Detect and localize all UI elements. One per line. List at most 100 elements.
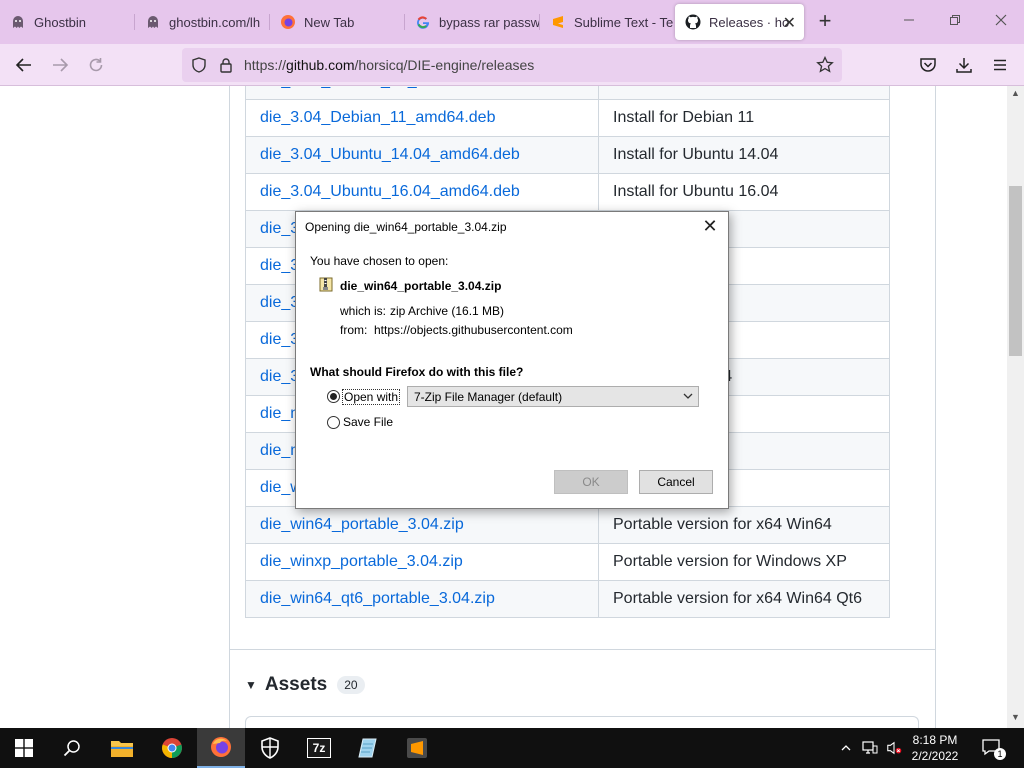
github-icon [685, 14, 701, 30]
save-file-radio[interactable] [327, 416, 340, 429]
close-window-button[interactable] [989, 10, 1013, 34]
open-with-label[interactable]: Open with [342, 389, 401, 405]
assets-title: Assets [264, 674, 328, 695]
windows-logo-icon [15, 739, 33, 757]
close-icon[interactable]: ✕ [783, 13, 796, 33]
file-name: die_win64_portable_3.04.zip [340, 279, 502, 293]
application-select[interactable]: 7-Zip File Manager (default) [407, 386, 699, 407]
restore-window-button[interactable] [943, 10, 967, 34]
sublime-icon [407, 738, 427, 758]
scroll-down-icon[interactable]: ▼ [1007, 712, 1024, 724]
scrollbar-thumb[interactable] [1009, 186, 1022, 356]
lock-icon[interactable] [219, 57, 233, 78]
tab-releases[interactable]: Releases · hors ✕ [675, 4, 804, 40]
file-description: Install for Ubuntu 16.04 [598, 173, 890, 211]
start-button[interactable] [0, 728, 48, 768]
menu-icon[interactable] [988, 53, 1012, 77]
tab-label: bypass rar passw [439, 14, 540, 30]
action-question: What should Firefox do with this file? [310, 365, 524, 379]
system-clock[interactable]: 8:18 PM 2/2/2022 [905, 732, 965, 764]
url-text[interactable]: https://github.com/horsicq/DIE-engine/re… [244, 57, 534, 73]
dialog-body: You have chosen to open: die_win64_porta… [296, 242, 728, 508]
file-description: Portable version for x64 Win64 [598, 506, 890, 544]
show-hidden-icons-chevron-up-icon[interactable] [838, 740, 854, 756]
sublime-icon [550, 14, 566, 30]
scroll-up-icon[interactable]: ▲ [1007, 88, 1024, 100]
tab-label: Ghostbin [34, 14, 87, 30]
chrome-button[interactable] [148, 728, 196, 768]
tab-ghostbin[interactable]: Ghostbin [0, 4, 135, 40]
forward-button[interactable] [48, 53, 72, 77]
assets-count-badge: 20 [337, 676, 365, 694]
7zip-button[interactable]: 7z [295, 728, 343, 768]
search-button[interactable] [48, 728, 96, 768]
file-link[interactable]: die_win64_portable_3.04.zip [245, 506, 599, 544]
firefox-button[interactable] [197, 728, 245, 768]
file-link[interactable]: die_winxp_portable_3.04.zip [245, 543, 599, 581]
action-center-button[interactable]: 1 [982, 738, 1006, 760]
ghost-icon [145, 14, 161, 30]
bookmark-star-icon[interactable] [816, 55, 834, 79]
file-row: die_3.04_Debian_10_amd64.debInstall for … [245, 86, 890, 100]
chevron-down-icon [682, 389, 694, 403]
which-is-label: which is: [340, 304, 387, 318]
tab-label: Releases · hors [709, 14, 789, 30]
dialog-titlebar: Opening die_win64_portable_3.04.zip ✕ [296, 212, 728, 242]
file-link[interactable]: die_3.04_Ubuntu_16.04_amd64.deb [245, 173, 599, 211]
sublime-text-button[interactable] [393, 728, 441, 768]
file-link[interactable]: die_3.04_Ubuntu_14.04_amd64.deb [245, 136, 599, 174]
dialog-title: Opening die_win64_portable_3.04.zip [305, 220, 507, 234]
7zip-icon: 7z [307, 738, 331, 758]
file-explorer-button[interactable] [98, 728, 146, 768]
file-link[interactable]: die_win64_qt6_portable_3.04.zip [245, 580, 599, 618]
tab-ghostbin-link[interactable]: ghostbin.com/lh [135, 4, 270, 40]
volume-muted-icon[interactable] [886, 740, 902, 756]
shield-icon[interactable] [191, 57, 207, 78]
file-row: die_3.04_Debian_11_amd64.deb Install for … [245, 99, 890, 137]
page-scrollbar[interactable]: ▲ ▼ [1007, 86, 1024, 728]
reload-button[interactable] [84, 53, 108, 77]
application-select-value: 7-Zip File Manager (default) [414, 390, 563, 404]
notification-count-badge: 1 [994, 748, 1006, 760]
notepad-button[interactable] [344, 728, 392, 768]
source-url-value: https://objects.githubusercontent.com [374, 323, 573, 337]
tab-new-tab[interactable]: New Tab [270, 4, 405, 40]
open-with-radio[interactable] [327, 390, 340, 403]
asset-list-item[interactable] [245, 716, 919, 728]
triangle-down-icon[interactable]: ▼ [245, 678, 257, 692]
notepad-icon [358, 738, 377, 758]
tab-label: ghostbin.com/lh [169, 14, 261, 30]
ok-button[interactable]: OK [554, 470, 628, 494]
chrome-icon [162, 738, 182, 758]
download-dialog: Opening die_win64_portable_3.04.zip ✕ Yo… [295, 211, 729, 509]
network-icon[interactable] [862, 740, 878, 756]
save-file-label[interactable]: Save File [343, 415, 393, 429]
folder-icon [111, 741, 133, 757]
chosen-label: You have chosen to open: [310, 254, 449, 268]
google-icon [415, 14, 431, 30]
file-link[interactable]: die_3.04_Debian_11_amd64.deb [245, 99, 599, 137]
assets-header[interactable]: ▼ Assets 20 [245, 674, 365, 696]
pocket-icon[interactable] [916, 53, 940, 77]
cancel-button[interactable]: Cancel [639, 470, 713, 494]
clock-time: 8:18 PM [912, 733, 958, 747]
minimize-window-button[interactable] [897, 10, 921, 34]
file-description: Install for Ubuntu 14.04 [598, 136, 890, 174]
file-row: die_win64_portable_3.04.zip Portable vers… [245, 506, 890, 544]
tab-sublime[interactable]: Sublime Text - Te [540, 4, 673, 40]
security-button[interactable] [246, 728, 294, 768]
file-row: die_3.04_Ubuntu_16.04_amd64.deb Install f… [245, 173, 890, 211]
url-bar[interactable]: https://github.com/horsicq/DIE-engine/re… [182, 48, 842, 82]
file-description: Portable version for x64 Win64 Qt6 [598, 580, 890, 618]
file-description: Install for Debian 10 [598, 86, 890, 100]
from-label: from: [340, 323, 368, 337]
clock-date: 2/2/2022 [911, 749, 959, 763]
tab-google-search[interactable]: bypass rar passw [405, 4, 540, 40]
file-link[interactable]: die_3.04_Debian_10_amd64.deb [245, 86, 599, 100]
back-button[interactable] [12, 53, 36, 77]
file-description: Install for Debian 11 [598, 99, 890, 137]
dialog-close-icon[interactable]: ✕ [700, 216, 720, 236]
tab-strip: Ghostbin ghostbin.com/lh New Tab bypass … [0, 0, 1024, 44]
new-tab-button[interactable]: + [813, 10, 837, 34]
downloads-icon[interactable] [952, 53, 976, 77]
